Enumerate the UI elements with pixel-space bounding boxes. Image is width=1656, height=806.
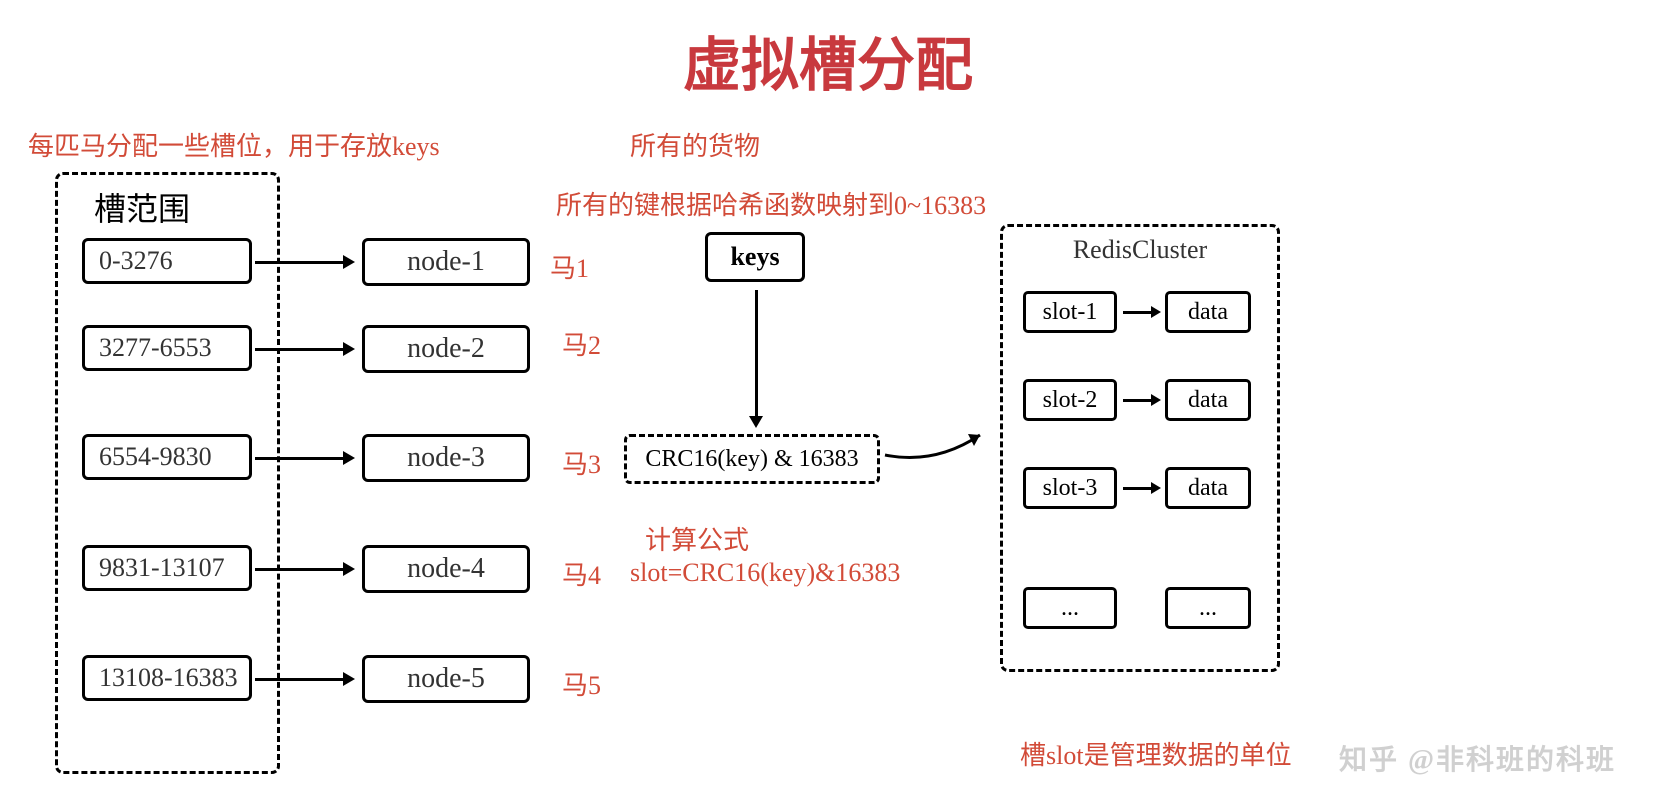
arrow-keys-crc bbox=[755, 290, 758, 418]
arrow-range-node-3 bbox=[255, 457, 345, 460]
node-box-4: node-4 bbox=[362, 545, 530, 593]
annotation-formula-label: 计算公式 bbox=[645, 520, 749, 557]
data-box-3: data bbox=[1165, 467, 1251, 509]
annotation-formula: slot=CRC16(key)&16383 bbox=[630, 558, 900, 588]
node-box-3: node-3 bbox=[362, 434, 530, 482]
keys-box: keys bbox=[705, 232, 805, 282]
arrow-slot-data-2 bbox=[1123, 399, 1153, 402]
node-box-2: node-2 bbox=[362, 325, 530, 373]
redis-cluster-container: RedisCluster slot-1 data slot-2 data slo… bbox=[1000, 224, 1280, 672]
redis-cluster-title: RedisCluster bbox=[1073, 235, 1207, 265]
arrow-range-node-4 bbox=[255, 568, 345, 571]
node-box-1: node-1 bbox=[362, 238, 530, 286]
cluster-row-2: slot-2 data bbox=[1023, 379, 1251, 421]
cluster-row-ellipsis: ... ... bbox=[1023, 587, 1251, 629]
cluster-row-1: slot-1 data bbox=[1023, 291, 1251, 333]
horse-label-1: 马1 bbox=[550, 248, 589, 285]
range-box-2: 3277-6553 bbox=[82, 325, 252, 371]
arrow-range-node-1 bbox=[255, 261, 345, 264]
annotation-slot-unit: 槽slot是管理数据的单位 bbox=[1020, 735, 1292, 772]
data-box-ellipsis: ... bbox=[1165, 587, 1251, 629]
annotation-all-goods: 所有的货物 bbox=[630, 126, 760, 163]
node-box-5: node-5 bbox=[362, 655, 530, 703]
watermark: 知乎 @非科班的科班 bbox=[1339, 738, 1616, 778]
arrow-crc-cluster bbox=[880, 420, 1000, 480]
horse-label-4: 马4 bbox=[562, 555, 601, 592]
range-box-5: 13108-16383 bbox=[82, 655, 252, 701]
cluster-row-3: slot-3 data bbox=[1023, 467, 1251, 509]
slot-range-header: 槽范围 bbox=[88, 184, 196, 230]
range-box-1: 0-3276 bbox=[82, 238, 252, 284]
range-box-3: 6554-9830 bbox=[82, 434, 252, 480]
data-box-2: data bbox=[1165, 379, 1251, 421]
slot-box-3: slot-3 bbox=[1023, 467, 1117, 509]
data-box-1: data bbox=[1165, 291, 1251, 333]
diagram-title: 虚拟槽分配 bbox=[683, 18, 973, 102]
annotation-hash-mapping: 所有的键根据哈希函数映射到0~16383 bbox=[556, 185, 986, 222]
horse-label-3: 马3 bbox=[562, 444, 601, 481]
arrow-range-node-5 bbox=[255, 678, 345, 681]
arrow-slot-data-3 bbox=[1123, 487, 1153, 490]
arrow-slot-data-1 bbox=[1123, 311, 1153, 314]
horse-label-2: 马2 bbox=[562, 325, 601, 362]
slot-box-1: slot-1 bbox=[1023, 291, 1117, 333]
crc-formula-box: CRC16(key) & 16383 bbox=[624, 434, 880, 484]
slot-box-ellipsis: ... bbox=[1023, 587, 1117, 629]
arrow-range-node-2 bbox=[255, 348, 345, 351]
slot-box-2: slot-2 bbox=[1023, 379, 1117, 421]
annotation-slots-per-horse: 每匹马分配一些槽位，用于存放keys bbox=[28, 126, 440, 163]
horse-label-5: 马5 bbox=[562, 665, 601, 702]
range-box-4: 9831-13107 bbox=[82, 545, 252, 591]
